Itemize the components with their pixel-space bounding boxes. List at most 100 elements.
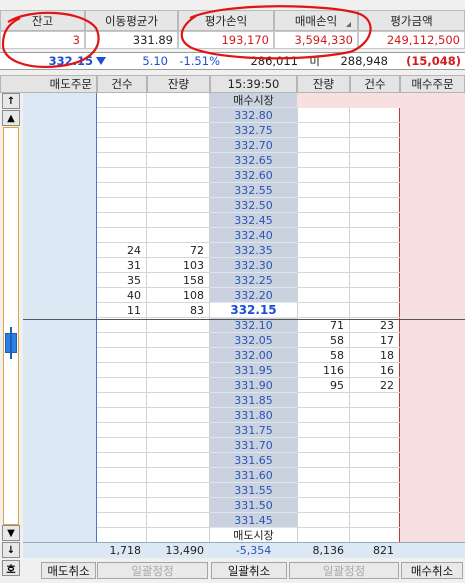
empty-cell [97,513,147,528]
scroll-up-arrow-icon[interactable]: ↑ [2,93,20,109]
mid-ask-qty: 83 [147,303,210,318]
empty-cell [147,438,210,453]
empty-cell [297,138,350,153]
empty-cell [97,363,147,378]
header-ask-order: 매도주문 [0,75,97,93]
balance-value: 3 [0,31,85,49]
bid-qty [297,513,350,528]
empty-cell [147,318,210,333]
ask-count [97,123,147,138]
header-eval-pnl: 평가손익 [178,10,274,31]
empty-cell [147,333,210,348]
ask-price: 332.70 [210,138,297,153]
ask-qty [147,108,210,123]
bid-qty [297,483,350,498]
ask-qty [147,213,210,228]
ask-count [97,213,147,228]
cancel-buy-button[interactable]: 매수취소 [401,562,463,579]
bid-qty: 95 [297,378,350,393]
scroll-up-triangle-icon[interactable]: ▲ [2,110,20,126]
ask-price: 332.60 [210,168,297,183]
empty-cell [147,348,210,363]
ask-qty: 158 [147,273,210,288]
bid-count [350,453,400,468]
empty-cell [147,453,210,468]
ask-order-column[interactable] [23,93,97,542]
bid-count [350,513,400,528]
bid-count [350,423,400,438]
bid-price: 331.45 [210,513,297,528]
book-control-strip: C ↑ ▲ ▼ ↓ 호 [0,75,22,576]
ask-count [97,183,147,198]
header-avg-price: 이동평균가 [85,10,178,31]
empty-cell [297,228,350,243]
ask-qty [147,168,210,183]
bid-price: 332.10 [210,318,297,333]
down-triangle-icon [96,57,106,65]
current-price-cell: 332.15 [0,53,108,69]
empty-cell [147,528,210,543]
empty-cell [97,438,147,453]
scroll-track[interactable] [3,127,19,525]
scroll-down-arrow-icon[interactable]: ↓ [2,542,20,558]
empty-cell [147,483,210,498]
sort-icon [346,22,351,27]
ask-price: 332.45 [210,213,297,228]
volume-diff: (15,048) [406,54,461,68]
bid-count [350,468,400,483]
bid-count: 18 [350,348,400,363]
bid-qty [297,393,350,408]
bid-count: 23 [350,318,400,333]
scroll-thumb-line [10,327,12,359]
ho-button[interactable]: 호 [2,560,20,576]
empty-cell [97,333,147,348]
ask-price: 332.40 [210,228,297,243]
ask-qty: 72 [147,243,210,258]
bulk-modify-right-button[interactable]: 일괄정정 [289,562,399,579]
ask-count [97,138,147,153]
cancel-sell-button[interactable]: 매도취소 [41,562,96,579]
ask-price: 332.20 [210,288,297,303]
bid-qty [297,498,350,513]
empty-cell [297,273,350,288]
ask-qty [147,153,210,168]
ask-count: 31 [97,258,147,273]
total-diff: -5,354 [235,544,272,557]
bulk-modify-left-button[interactable]: 일괄정정 [97,562,208,579]
bid-count [350,498,400,513]
ask-count: 35 [97,273,147,288]
total-ask-count: 1,718 [109,544,142,557]
empty-cell [297,153,350,168]
total-bid-qty: 8,136 [312,544,345,557]
bulk-cancel-button[interactable]: 일괄취소 [211,562,287,579]
empty-cell [350,258,400,273]
ask-price: 332.25 [210,273,297,288]
bid-price: 331.80 [210,408,297,423]
bid-count: 22 [350,378,400,393]
eval-amount-value: 249,112,500 [358,31,465,49]
bid-count [350,483,400,498]
scroll-down-triangle-icon[interactable]: ▼ [2,525,20,541]
header-trade-pnl[interactable]: 매매손익 [274,10,358,31]
empty-cell [350,138,400,153]
ask-count: 24 [97,243,147,258]
empty-cell [147,408,210,423]
avg-price-value: 331.89 [85,31,178,49]
total-ask-qty: 13,490 [165,544,205,557]
header-ask-qty: 잔량 [147,75,210,93]
total-bid-count: 821 [373,544,394,557]
empty-cell [350,303,400,318]
header-bid-count: 건수 [350,75,400,93]
empty-cell [97,483,147,498]
empty-cell [97,528,147,543]
bid-order-column[interactable] [400,93,465,542]
header-eval-amount: 평가금액 [358,10,465,31]
mid-price: 332.15 [210,303,297,318]
change-value: 5.10 [142,54,168,68]
bid-count: 16 [350,363,400,378]
ask-price: 332.80 [210,108,297,123]
empty-cell [297,123,350,138]
bid-price: 331.65 [210,453,297,468]
ask-count [97,198,147,213]
empty-cell [297,243,350,258]
